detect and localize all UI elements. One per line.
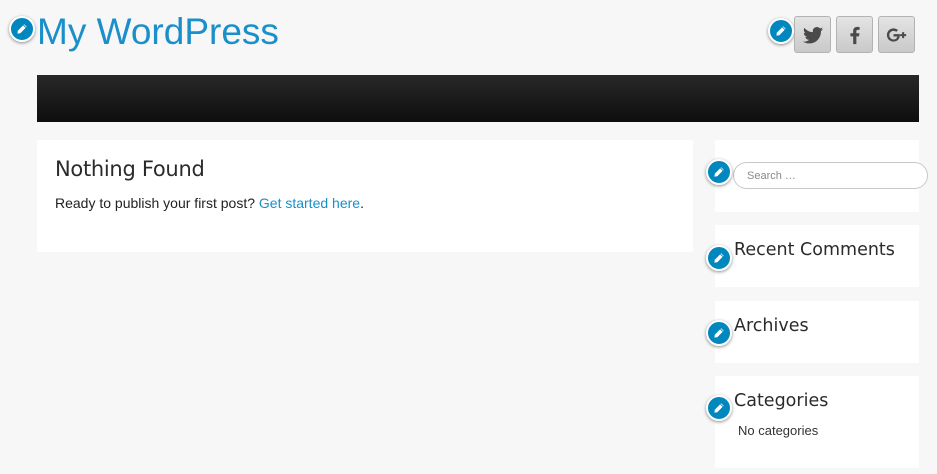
categories-empty-text: No categories: [738, 423, 819, 438]
social-links: [794, 16, 915, 53]
pencil-icon: [17, 24, 27, 34]
primary-navigation-bar: [37, 75, 919, 122]
search-widget: [715, 140, 928, 212]
edit-categories-widget-button[interactable]: [706, 395, 732, 421]
categories-title: Categories: [734, 391, 829, 411]
recent-comments-title: Recent Comments: [734, 240, 895, 260]
archives-widget: Archives: [715, 301, 919, 363]
page-title: Nothing Found: [55, 157, 205, 181]
pencil-icon: [714, 253, 724, 263]
google-plus-icon: [886, 27, 906, 42]
pencil-icon: [714, 167, 724, 177]
search-input[interactable]: [733, 162, 928, 189]
google-plus-button[interactable]: [878, 16, 915, 53]
edit-archives-widget-button[interactable]: [706, 320, 732, 346]
twitter-button[interactable]: [794, 16, 831, 53]
edit-search-widget-button[interactable]: [706, 159, 732, 185]
facebook-icon: [849, 26, 860, 44]
edit-social-button[interactable]: [768, 18, 794, 44]
facebook-button[interactable]: [836, 16, 873, 53]
pencil-icon: [776, 26, 786, 36]
no-results-message: Ready to publish your first post? Get st…: [55, 195, 364, 211]
edit-site-title-button[interactable]: [9, 16, 35, 42]
get-started-link[interactable]: Get started here: [259, 195, 360, 211]
pencil-icon: [714, 403, 724, 413]
archives-title: Archives: [734, 316, 809, 336]
page: My WordPress Nothing Found Ready to publ…: [0, 0, 937, 474]
pencil-icon: [714, 328, 724, 338]
categories-widget: Categories No categories: [715, 376, 919, 468]
site-title[interactable]: My WordPress: [37, 10, 279, 54]
twitter-icon: [802, 26, 823, 43]
edit-recent-comments-widget-button[interactable]: [706, 245, 732, 271]
no-results-section: Nothing Found Ready to publish your firs…: [37, 140, 693, 252]
recent-comments-widget: Recent Comments: [715, 225, 919, 287]
